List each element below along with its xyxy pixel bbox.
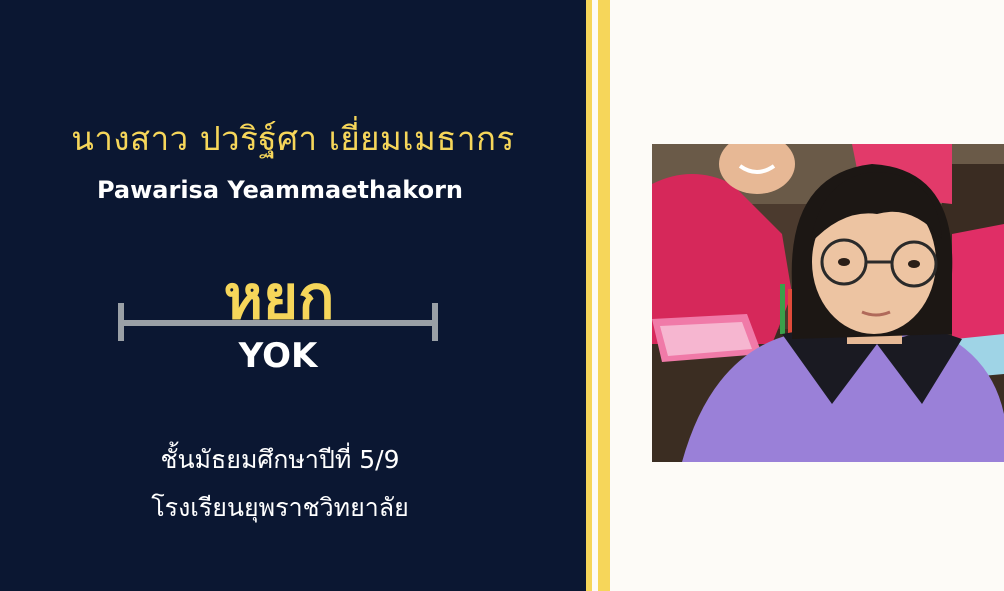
grade-level: ชั้นมัธยมศึกษาปีที่ 5/9 — [160, 445, 400, 474]
nickname-divider — [120, 320, 436, 326]
full-name-thai: นางสาว ปวริฐ์ศา เยี่ยมเมธากร — [71, 119, 515, 158]
nickname-thai: หยก — [223, 263, 335, 333]
student-photo — [652, 144, 1004, 462]
nickname-english: YOK — [238, 336, 318, 376]
accent-stripe — [598, 0, 610, 591]
full-name-english: Pawarisa Yeammaethakorn — [96, 176, 464, 204]
school-name: โรงเรียนยุพราชวิทยาลัย — [151, 493, 409, 522]
